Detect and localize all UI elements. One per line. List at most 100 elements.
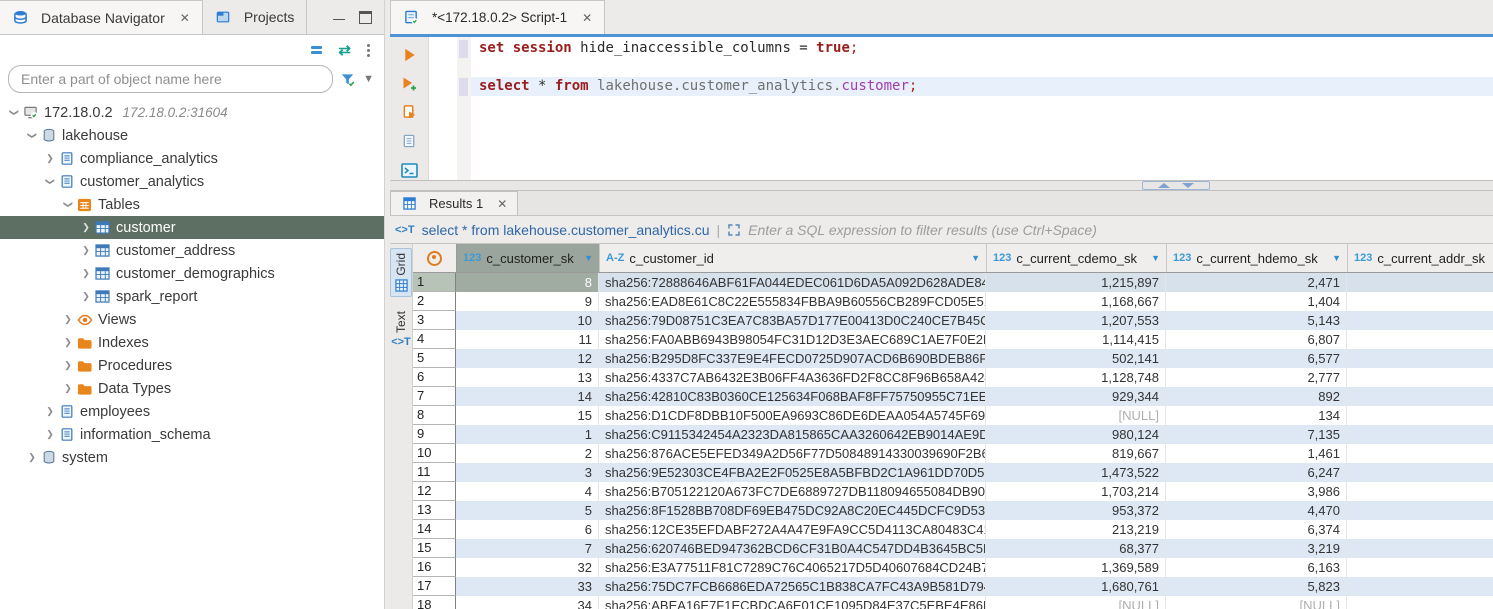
grid-cell[interactable]: 1,114,415 xyxy=(986,330,1166,349)
grid-cell[interactable]: 7 xyxy=(456,539,599,558)
column-dropdown-icon[interactable]: ▼ xyxy=(584,253,593,263)
grid-cell[interactable]: 5,823 xyxy=(1166,577,1347,596)
grid-cell[interactable]: sha256:B705122120A673FC7DE6889727DB11809… xyxy=(599,482,986,501)
grid-cell[interactable]: 6,807 xyxy=(1166,330,1347,349)
grid-cell[interactable]: 213,219 xyxy=(986,520,1166,539)
tab-results-1[interactable]: Results 1 ✕ xyxy=(390,191,518,215)
grid-cell[interactable]: 7,135 xyxy=(1166,425,1347,444)
column-dropdown-icon[interactable]: ▼ xyxy=(971,253,980,263)
tree-item-customer-analytics[interactable]: ❯customer_analytics xyxy=(0,170,384,193)
tree-item-tables[interactable]: ❯Tables xyxy=(0,193,384,216)
filter-expression-input[interactable]: Enter a SQL expression to filter results… xyxy=(748,222,1097,238)
row-number[interactable]: 2 xyxy=(413,292,456,311)
grid-cell[interactable]: 10 xyxy=(456,311,599,330)
row-number[interactable]: 6 xyxy=(413,368,456,387)
grid-cell[interactable]: 14 xyxy=(456,387,599,406)
column-dropdown-icon[interactable]: ▼ xyxy=(1151,253,1160,263)
row-number[interactable]: 1 xyxy=(413,273,456,292)
grid-cell[interactable]: 1,168,667 xyxy=(986,292,1166,311)
grid-cell[interactable]: sha256:75DC7FCB6686EDA72565C1B838CA7FC43… xyxy=(599,577,986,596)
grid-cell[interactable]: sha256:B295D8FC337E9E4FECD0725D907ACD6B6… xyxy=(599,349,986,368)
row-number[interactable]: 13 xyxy=(413,501,456,520)
grid-cell[interactable]: 1,461 xyxy=(1166,444,1347,463)
grid-cell[interactable]: 6,577 xyxy=(1166,349,1347,368)
code-line[interactable] xyxy=(471,58,1493,77)
menu-dots-icon[interactable] xyxy=(367,42,370,59)
explain-plan-icon[interactable] xyxy=(399,131,419,151)
code-line-current[interactable]: select * from lakehouse.customer_analyti… xyxy=(471,77,1493,96)
tree-item-data-types[interactable]: ❯Data Types xyxy=(0,377,384,400)
execute-statement-icon[interactable] xyxy=(399,45,419,65)
code-line[interactable]: set session hide_inaccessible_columns = … xyxy=(471,39,1493,58)
close-icon[interactable]: ✕ xyxy=(180,11,190,25)
close-icon[interactable]: ✕ xyxy=(582,11,592,25)
row-number[interactable]: 9 xyxy=(413,425,456,444)
execute-script-icon[interactable] xyxy=(399,103,419,123)
grid-cell[interactable]: 2 xyxy=(456,444,599,463)
chevron-collapsed-icon[interactable]: ❯ xyxy=(78,291,94,302)
chevron-collapsed-icon[interactable]: ❯ xyxy=(78,222,94,233)
grid-cell[interactable]: 16,59 xyxy=(1347,273,1493,292)
tab-sql-script[interactable]: *<172.18.0.2> Script-1 ✕ xyxy=(390,0,605,34)
grid-cell[interactable]: 1,215,897 xyxy=(986,273,1166,292)
expand-filter-icon[interactable] xyxy=(727,223,741,237)
collapse-all-icon[interactable] xyxy=(311,44,322,57)
grid-cell[interactable]: 5,143 xyxy=(1166,311,1347,330)
column-header-c_current_cdemo_sk[interactable]: 123c_current_cdemo_sk▼ xyxy=(987,244,1167,272)
grid-cell[interactable]: 1,128,748 xyxy=(986,368,1166,387)
tree-item-procedures[interactable]: ❯Procedures xyxy=(0,354,384,377)
grid-cell[interactable]: 27,08 xyxy=(1347,520,1493,539)
filter-funnel-icon[interactable] xyxy=(340,72,356,87)
chevron-collapsed-icon[interactable]: ❯ xyxy=(78,245,94,256)
tree-item-system[interactable]: ❯system xyxy=(0,446,384,469)
row-number[interactable]: 15 xyxy=(413,539,456,558)
grid-cell[interactable]: 1 xyxy=(456,425,599,444)
chevron-collapsed-icon[interactable]: ❯ xyxy=(60,337,76,348)
tree-item-information-schema[interactable]: ❯information_schema xyxy=(0,423,384,446)
chevron-collapsed-icon[interactable]: ❯ xyxy=(42,406,58,417)
chevron-collapsed-icon[interactable]: ❯ xyxy=(78,268,94,279)
editor-results-splitter[interactable] xyxy=(390,180,1493,191)
grid-cell[interactable]: 11 xyxy=(456,330,599,349)
column-header-c_customer_sk[interactable]: 123c_customer_sk▼ xyxy=(457,244,600,272)
grid-cell[interactable]: sha256:42810C83B0360CE125634F068BAF8FF75… xyxy=(599,387,986,406)
link-with-editor-icon[interactable]: ⇄ xyxy=(338,41,351,59)
grid-cell[interactable]: 4 xyxy=(456,482,599,501)
row-number[interactable]: 14 xyxy=(413,520,456,539)
tree-item-customer[interactable]: ❯customer xyxy=(0,216,384,239)
tab-projects[interactable]: Projects xyxy=(203,0,308,34)
grid-cell[interactable]: [NULL] xyxy=(1166,596,1347,609)
grid-cell[interactable]: sha256:8F1528BB708DF69EB475DC92A8C20EC44… xyxy=(599,501,986,520)
column-header-c_current_hdemo_sk[interactable]: 123c_current_hdemo_sk▼ xyxy=(1167,244,1348,272)
grid-cell[interactable]: sha256:620746BED947362BCD6CF31B0A4C547DD… xyxy=(599,539,986,558)
grid-corner-cell[interactable] xyxy=(413,244,457,272)
grid-cell[interactable]: 15 xyxy=(456,406,599,425)
grid-cell[interactable]: 14,00 xyxy=(1347,368,1493,387)
chevron-collapsed-icon[interactable]: ❯ xyxy=(42,429,58,440)
grid-cell[interactable]: 9 xyxy=(456,292,599,311)
presentation-tab-grid[interactable]: Grid xyxy=(390,248,412,297)
grid-cell[interactable]: sha256:79D08751C3EA7C83BA57D177E00413D0C… xyxy=(599,311,986,330)
execute-new-tab-icon[interactable] xyxy=(399,74,419,94)
chevron-down-icon[interactable]: ▼ xyxy=(363,73,374,85)
chevron-expanded-icon[interactable]: ❯ xyxy=(27,128,38,144)
grid-cell[interactable]: sha256:4337C7AB6432E3B06FF4A3636FD2F8CC8… xyxy=(599,368,986,387)
grid-cell[interactable]: 2,471 xyxy=(1166,273,1347,292)
sash-down-icon[interactable] xyxy=(1182,183,1194,188)
grid-cell[interactable]: 980,124 xyxy=(986,425,1166,444)
chevron-expanded-icon[interactable]: ❯ xyxy=(9,105,20,121)
tree-item-customer-demographics[interactable]: ❯customer_demographics xyxy=(0,262,384,285)
presentation-tab-text[interactable]: Text <>T xyxy=(391,307,411,352)
tree-item-spark-report[interactable]: ❯spark_report xyxy=(0,285,384,308)
column-header-c_current_addr_sk[interactable]: 123c_current_addr_sk▼ xyxy=(1348,244,1493,272)
grid-cell[interactable]: 3,219 xyxy=(1166,539,1347,558)
grid-cell[interactable]: 929,344 xyxy=(986,387,1166,406)
grid-cell[interactable]: 502,141 xyxy=(986,349,1166,368)
maximize-icon[interactable] xyxy=(359,11,372,24)
column-header-c_customer_id[interactable]: A-Zc_customer_id▼ xyxy=(600,244,987,272)
grid-cell[interactable]: 4,470 xyxy=(1166,501,1347,520)
object-filter-input[interactable] xyxy=(8,65,333,93)
chevron-expanded-icon[interactable]: ❯ xyxy=(45,174,56,190)
open-console-icon[interactable] xyxy=(399,160,419,180)
grid-cell[interactable]: 2,777 xyxy=(1166,368,1347,387)
